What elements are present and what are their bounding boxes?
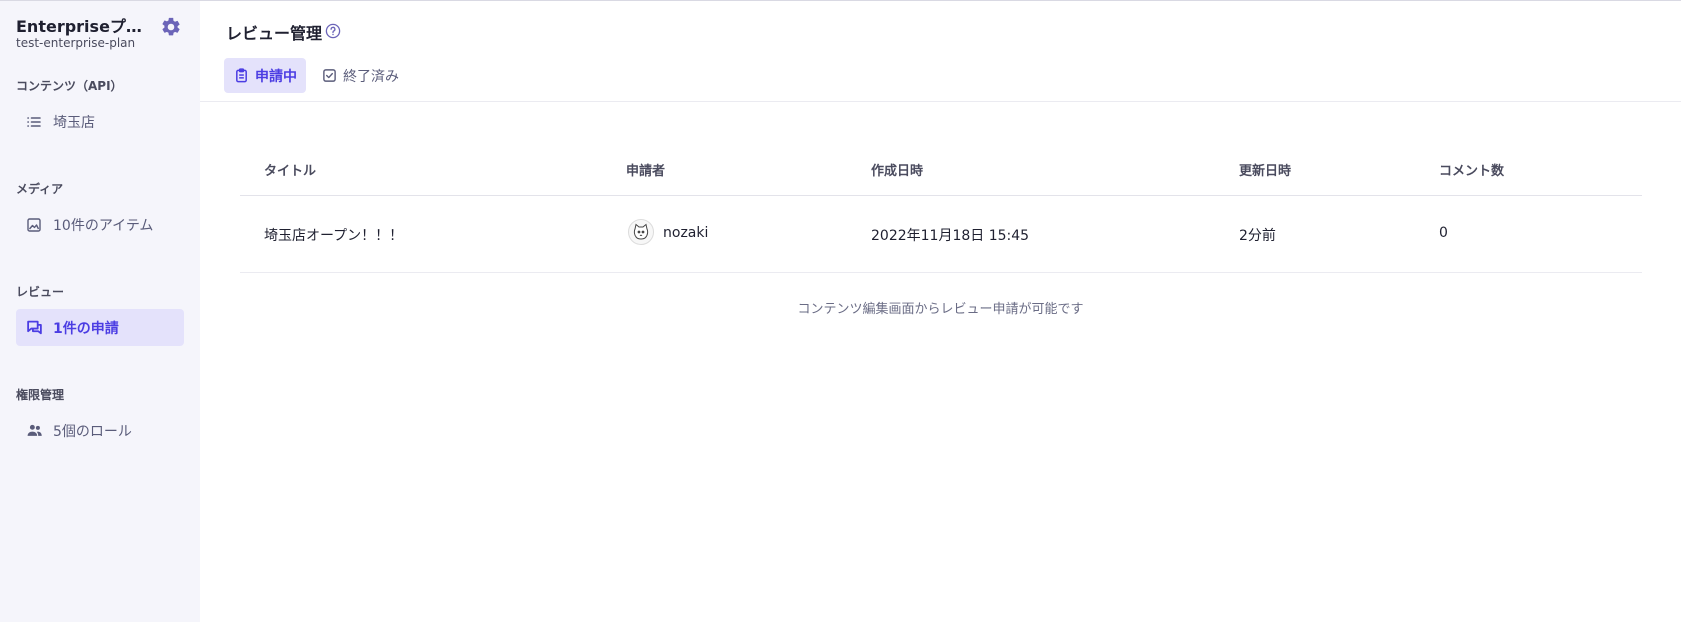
sidebar-item-media[interactable]: 10件のアイテム xyxy=(16,206,184,243)
section-label-permissions: 権限管理 xyxy=(16,388,65,402)
sidebar-item-roles[interactable]: 5個のロール xyxy=(16,412,184,449)
column-header-comments: コメント数 xyxy=(1439,164,1505,179)
tab-label: 終了済み xyxy=(343,68,399,85)
service-id: test-enterprise-plan xyxy=(16,36,136,50)
clipboard-icon xyxy=(233,68,249,84)
help-icon[interactable] xyxy=(324,22,341,39)
section-label-contents: コンテンツ（API） xyxy=(16,79,123,93)
tab-pending[interactable]: 申請中 xyxy=(224,58,306,93)
sidebar-item-label: 5個のロール xyxy=(53,423,132,440)
row-comments: 0 xyxy=(1439,225,1448,241)
sidebar: Enterpriseプラ... test-enterprise-plan コンテ… xyxy=(0,0,200,622)
row-updated-at: 2分前 xyxy=(1239,228,1276,244)
table-header: タイトル 申請者 作成日時 更新日時 コメント数 xyxy=(240,146,1642,196)
sidebar-item-api-saitama[interactable]: 埼玉店 xyxy=(16,103,184,140)
page-title: レビュー管理 xyxy=(226,24,323,43)
list-icon xyxy=(25,113,43,131)
review-chat-icon xyxy=(25,319,43,337)
column-header-title: タイトル xyxy=(264,164,317,179)
row-applicant: nozaki xyxy=(663,225,709,241)
gear-icon xyxy=(160,16,182,42)
main-panel: レビュー管理 申請中 終了済み タイトル 申請者 作成日時 更新日時 コメント数… xyxy=(200,0,1681,622)
section-label-review: レビュー xyxy=(16,285,65,299)
settings-button[interactable] xyxy=(158,16,184,42)
app-root: Enterpriseプラ... test-enterprise-plan コンテ… xyxy=(0,0,1681,622)
column-header-applicant: 申請者 xyxy=(626,164,666,179)
checkbox-icon xyxy=(321,68,337,84)
service-name[interactable]: Enterpriseプラ... xyxy=(16,13,151,37)
tab-label: 申請中 xyxy=(255,68,297,85)
users-icon xyxy=(25,422,43,440)
table-row[interactable]: 埼玉店オープン！！！ nozaki 2022年11月18日 15:45 2分前 … xyxy=(240,196,1642,273)
review-table: タイトル 申請者 作成日時 更新日時 コメント数 埼玉店オープン！！！ noza… xyxy=(240,146,1642,273)
sidebar-item-review[interactable]: 1件の申請 xyxy=(16,309,184,346)
tab-closed[interactable]: 終了済み xyxy=(312,58,408,93)
column-header-created: 作成日時 xyxy=(871,164,924,179)
image-icon xyxy=(25,216,43,234)
row-created-at: 2022年11月18日 15:45 xyxy=(871,228,1030,244)
sidebar-item-label: 10件のアイテム xyxy=(53,217,154,234)
avatar xyxy=(628,219,654,245)
sidebar-item-label: 1件の申請 xyxy=(53,320,119,337)
column-header-updated: 更新日時 xyxy=(1239,164,1292,179)
tabs-divider xyxy=(200,101,1681,102)
row-title: 埼玉店オープン！！！ xyxy=(264,228,404,244)
sidebar-item-label: 埼玉店 xyxy=(53,114,95,131)
section-label-media: メディア xyxy=(16,182,64,196)
review-hint-text: コンテンツ編集画面からレビュー申請が可能です xyxy=(797,302,1084,317)
